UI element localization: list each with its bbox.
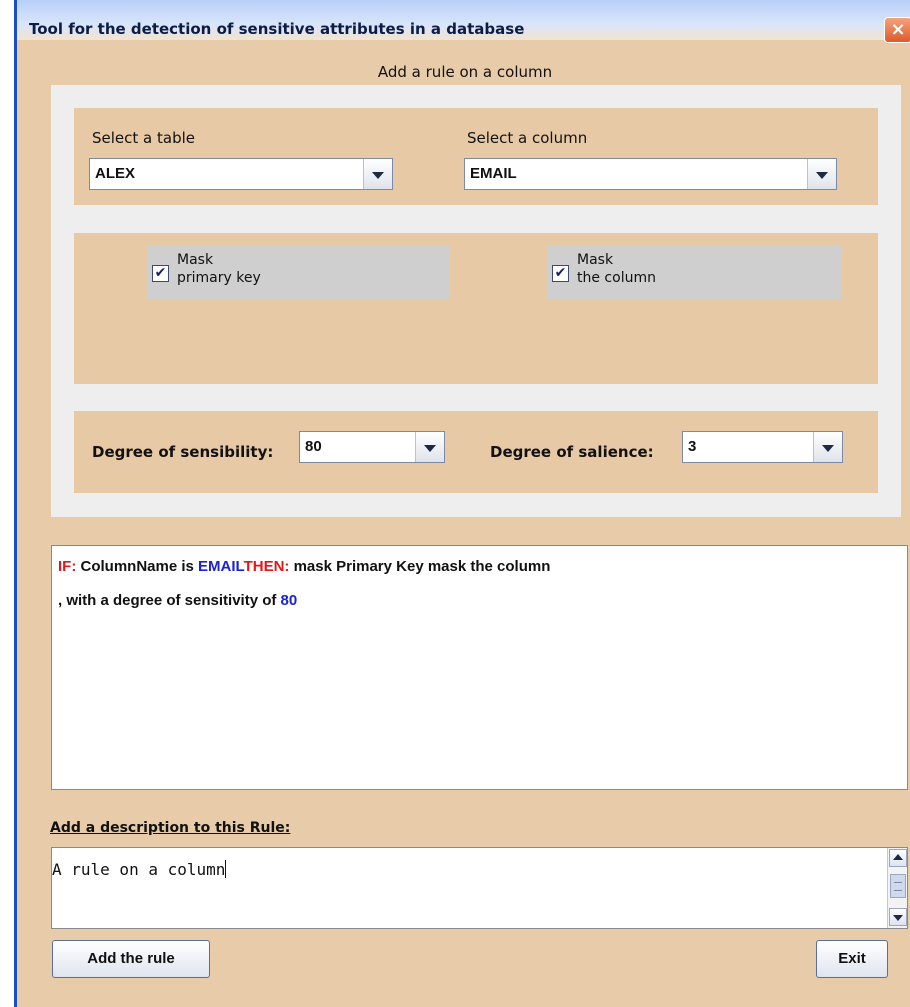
rule-then-keyword: THEN: — [243, 558, 290, 575]
rule-settings-panel: Select a table ALEX Select a column EMAI… — [51, 85, 901, 517]
window-title: Tool for the detection of sensitive attr… — [29, 20, 525, 38]
mask-primary-key-label-line2: primary key — [177, 270, 261, 286]
select-table-label: Select a table — [92, 129, 195, 147]
mask-options-panel: ✔ Mask primary key ✔ Mask the column — [74, 233, 878, 384]
description-text: A rule on a column — [52, 860, 227, 879]
rule-sensitivity-value: 80 — [280, 592, 298, 609]
title-bar[interactable]: Tool for the detection of sensitive attr… — [17, 0, 910, 43]
sensibility-dropdown-arrow-icon[interactable] — [415, 432, 444, 462]
degrees-panel: Degree of sensibility: 80 Degree of sali… — [74, 411, 878, 493]
add-rule-button[interactable]: Add the rule — [52, 940, 210, 978]
sensibility-dropdown[interactable]: 80 — [299, 431, 445, 463]
dialog-subtitle: Add a rule on a column — [377, 63, 553, 81]
select-column-label: Select a column — [467, 129, 588, 147]
description-label: Add a description to this Rule: — [50, 820, 291, 836]
app-window: Tool for the detection of sensitive attr… — [14, 0, 910, 1007]
description-textarea[interactable]: A rule on a column — [51, 847, 908, 929]
rule-if-keyword: IF: — [58, 558, 77, 575]
mask-column-option[interactable]: ✔ Mask the column — [547, 245, 841, 299]
selector-panel: Select a table ALEX Select a column EMAI… — [74, 108, 878, 205]
close-icon[interactable]: × — [884, 17, 910, 43]
scroll-down-arrow-icon[interactable] — [889, 908, 907, 926]
mask-primary-key-option[interactable]: ✔ Mask primary key — [147, 245, 450, 299]
sensibility-label: Degree of sensibility: — [92, 443, 274, 461]
mask-primary-key-label-line1: Mask — [177, 252, 214, 268]
scroll-up-arrow-icon[interactable] — [889, 849, 907, 867]
salience-dropdown-value: 3 — [688, 438, 697, 455]
column-dropdown-arrow-icon[interactable] — [807, 159, 836, 189]
exit-button[interactable]: Exit — [816, 940, 888, 978]
table-dropdown-value: ALEX — [95, 165, 136, 182]
description-scrollbar[interactable] — [887, 848, 907, 928]
mask-column-checkbox[interactable]: ✔ — [552, 265, 569, 282]
column-dropdown[interactable]: EMAIL — [464, 158, 837, 190]
table-dropdown-arrow-icon[interactable] — [363, 159, 392, 189]
mask-column-label-line1: Mask — [577, 252, 614, 268]
text-caret — [225, 860, 227, 878]
rule-preview-area[interactable]: IF: ColumnName is EMAILTHEN: mask Primar… — [51, 545, 908, 790]
mask-column-label-line2: the column — [577, 270, 656, 286]
rule-line-2: , with a degree of sensitivity of 80 — [58, 592, 297, 609]
rule-sensitivity-text: , with a degree of sensitivity of — [58, 592, 281, 609]
rule-condition-text: ColumnName is — [76, 558, 199, 575]
mask-primary-key-checkbox[interactable]: ✔ — [152, 265, 169, 282]
salience-dropdown-arrow-icon[interactable] — [813, 432, 842, 462]
scroll-thumb[interactable] — [890, 874, 906, 898]
sensibility-dropdown-value: 80 — [305, 438, 322, 455]
rule-column-name: EMAIL — [198, 558, 244, 575]
description-value: A rule on a column — [52, 860, 226, 879]
salience-label: Degree of salience: — [490, 443, 654, 461]
rule-action-text: mask Primary Key mask the column — [289, 558, 551, 575]
column-dropdown-value: EMAIL — [470, 165, 517, 182]
rule-line-1: IF: ColumnName is EMAILTHEN: mask Primar… — [58, 558, 550, 575]
salience-dropdown[interactable]: 3 — [682, 431, 843, 463]
table-dropdown[interactable]: ALEX — [89, 158, 393, 190]
